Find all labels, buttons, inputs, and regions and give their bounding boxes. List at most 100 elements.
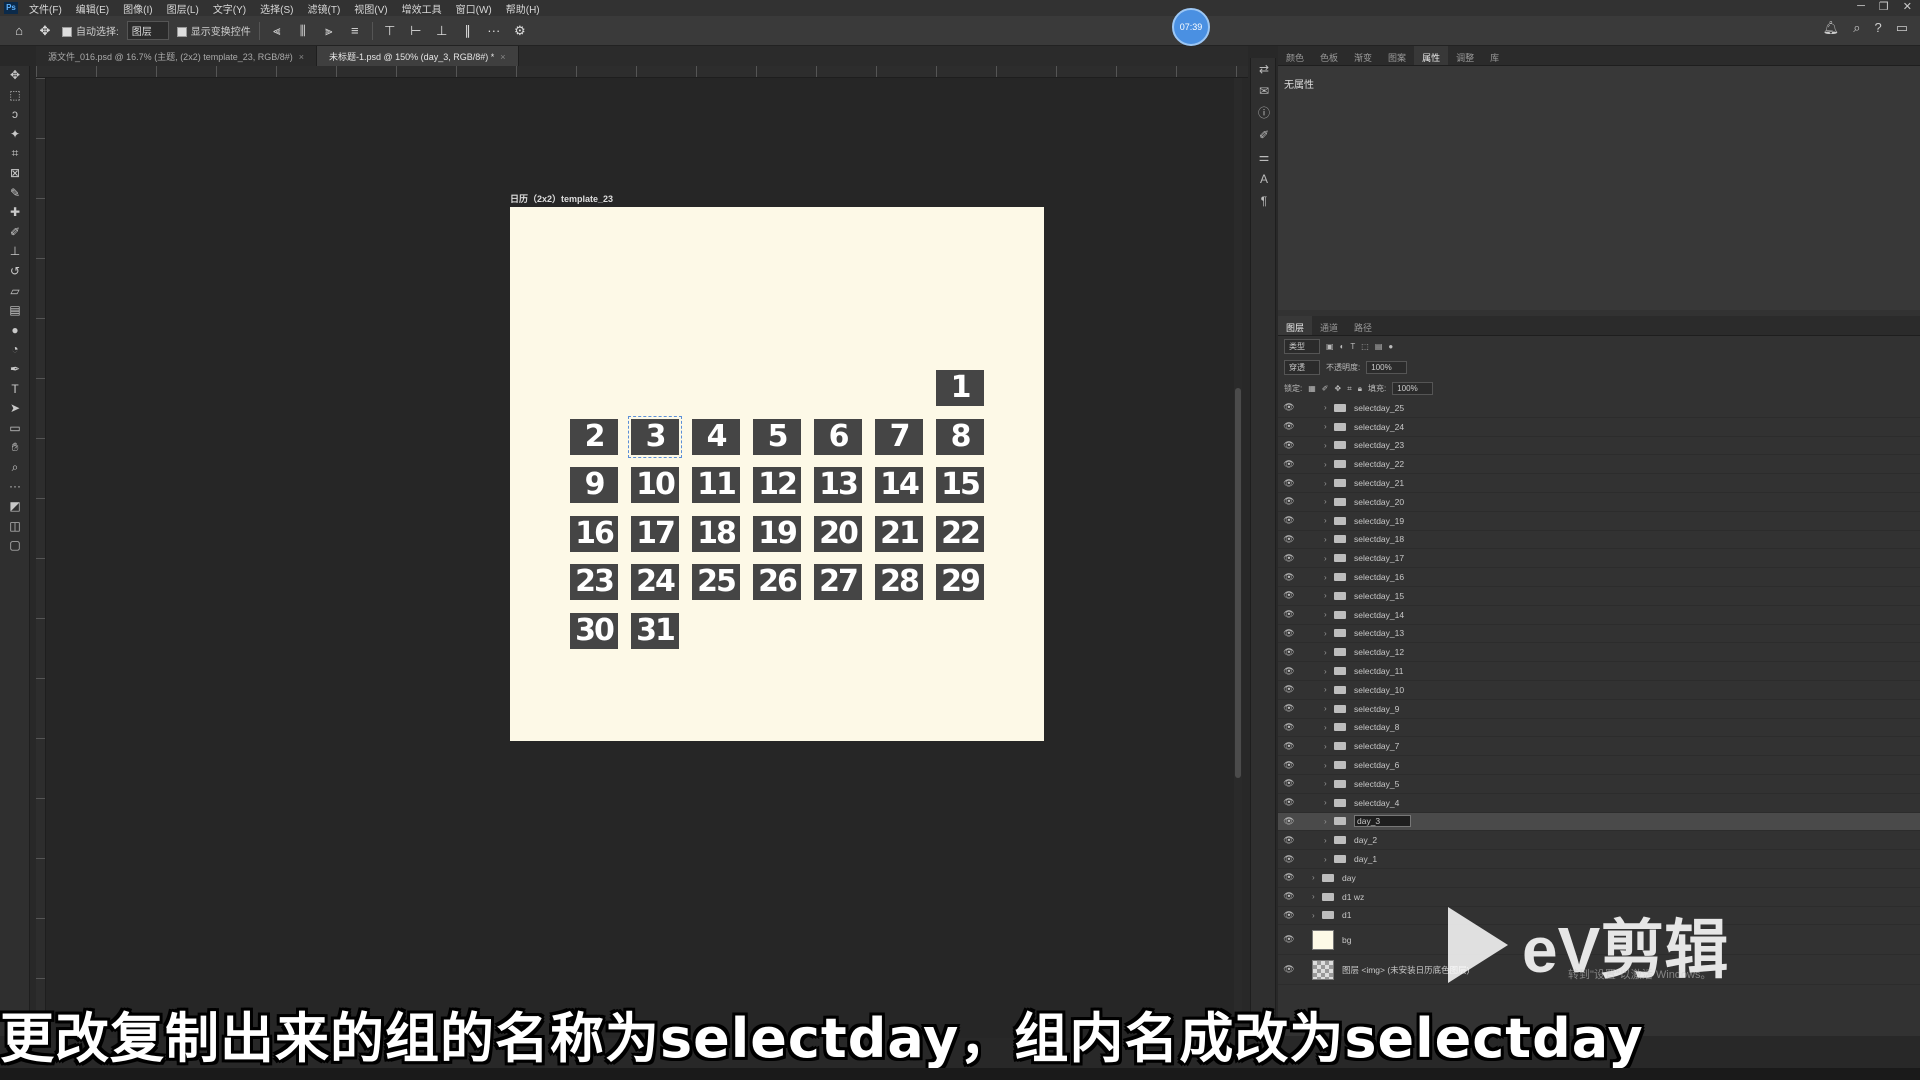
layer-row[interactable]: 👁︎ › selectday_17 [1278, 549, 1920, 569]
menu-filter[interactable]: 滤镜(T) [301, 1, 348, 16]
calendar-day-16[interactable]: 16 [570, 515, 618, 552]
blend-mode-dropdown[interactable]: 穿透 [1284, 360, 1320, 375]
magic-wand-icon[interactable]: ✦ [0, 125, 30, 145]
tab-libraries[interactable]: 库 [1482, 46, 1507, 65]
move-icon[interactable]: ✥ [0, 66, 30, 86]
menu-layer[interactable]: 图层(L) [160, 1, 206, 16]
expand-arrow-icon[interactable]: › [1324, 535, 1334, 544]
visibility-eye-icon[interactable]: 👁︎ [1278, 609, 1300, 620]
doc-tab-untitled[interactable]: 未标题-1.psd @ 150% (day_3, RGB/8#) * × [317, 46, 519, 66]
visibility-eye-icon[interactable]: 👁︎ [1278, 459, 1300, 470]
expand-arrow-icon[interactable]: › [1324, 742, 1334, 751]
visibility-eye-icon[interactable]: 👁︎ [1278, 964, 1300, 975]
quick-mask-icon[interactable]: ◫ [0, 517, 30, 537]
layer-row[interactable]: 👁︎ › selectday_8 [1278, 719, 1920, 738]
layer-row[interactable]: 👁︎ › selectday_16 [1278, 568, 1920, 587]
layer-row[interactable]: 👁︎ › selectday_6 [1278, 756, 1920, 775]
expand-arrow-icon[interactable]: › [1324, 855, 1334, 864]
calendar-day-19[interactable]: 19 [753, 515, 801, 552]
visibility-eye-icon[interactable]: 👁︎ [1278, 553, 1300, 564]
auto-select-checkbox[interactable]: 自动选择: [62, 23, 119, 38]
menu-view[interactable]: 视图(V) [347, 1, 394, 16]
layer-row[interactable]: 👁︎ › day_2 [1278, 831, 1920, 851]
visibility-eye-icon[interactable]: 👁︎ [1278, 722, 1300, 733]
auto-select-dropdown[interactable]: 图层 [126, 21, 169, 40]
layer-row[interactable]: 👁︎ › day_3 [1278, 812, 1920, 832]
calendar-day-5[interactable]: 5 [753, 418, 801, 455]
calendar-day-31[interactable]: 31 [631, 612, 679, 649]
expand-arrow-icon[interactable]: › [1312, 873, 1322, 882]
blur-icon[interactable]: ● [0, 321, 30, 341]
visibility-eye-icon[interactable]: 👁︎ [1278, 628, 1300, 639]
calendar-day-27[interactable]: 27 [814, 564, 862, 600]
layer-row[interactable]: 👁︎ › day_1 [1278, 850, 1920, 869]
layer-row[interactable]: 👁︎ › selectday_15 [1278, 587, 1920, 606]
expand-arrow-icon[interactable]: › [1324, 629, 1334, 638]
canvas-scrollbar[interactable] [1234, 78, 1242, 1038]
filter-type-icon[interactable]: T [1350, 342, 1355, 351]
expand-arrow-icon[interactable]: › [1324, 497, 1334, 506]
visibility-eye-icon[interactable]: 👁︎ [1278, 496, 1300, 507]
layer-row[interactable]: 👁︎ › selectday_5 [1278, 775, 1920, 794]
visibility-eye-icon[interactable]: 👁︎ [1278, 666, 1300, 677]
calendar-day-3[interactable]: 3 [628, 415, 682, 458]
visibility-eye-icon[interactable]: 👁︎ [1278, 572, 1300, 583]
menu-file[interactable]: 文件(F) [22, 1, 69, 16]
lock-artboard-icon[interactable]: ⌗ [1347, 384, 1352, 394]
tab-patterns[interactable]: 图案 [1380, 46, 1414, 65]
gradient-icon[interactable]: ▤ [0, 301, 30, 321]
lasso-icon[interactable]: ↄ [0, 105, 30, 125]
calendar-day-2[interactable]: 2 [570, 418, 618, 455]
healing-icon[interactable]: ✚ [0, 203, 30, 223]
calendar-day-10[interactable]: 10 [631, 467, 679, 503]
menu-image[interactable]: 图像(I) [116, 1, 159, 16]
expand-arrow-icon[interactable]: › [1324, 685, 1334, 694]
visibility-eye-icon[interactable]: 👁︎ [1278, 534, 1300, 545]
calendar-day-7[interactable]: 7 [875, 418, 923, 455]
minimize-icon[interactable]: ─ [1857, 0, 1865, 16]
opacity-input[interactable]: 100% [1366, 361, 1407, 374]
scrollbar-thumb[interactable] [1235, 388, 1241, 778]
visibility-eye-icon[interactable]: 👁︎ [1278, 647, 1300, 658]
calendar-day-14[interactable]: 14 [875, 467, 923, 503]
kind-filter-dropdown[interactable]: 类型 [1284, 339, 1320, 354]
calendar-day-13[interactable]: 13 [814, 467, 862, 503]
paragraph-icon[interactable]: ¶ [1251, 190, 1277, 212]
visibility-eye-icon[interactable]: 👁︎ [1278, 402, 1300, 413]
dodge-icon[interactable]: ◔ [0, 340, 30, 360]
calendar-day-22[interactable]: 22 [936, 515, 984, 552]
settings-gear-icon[interactable]: ⚙ [511, 22, 529, 40]
expand-arrow-icon[interactable]: › [1324, 460, 1334, 469]
screen-mode-icon[interactable]: ▢ [0, 536, 30, 556]
search-icon[interactable]: ⌕ [1853, 20, 1860, 36]
lock-image-icon[interactable]: ✐ [1322, 384, 1329, 393]
frame-icon[interactable]: ⊠ [0, 164, 30, 184]
calendar-day-26[interactable]: 26 [753, 564, 801, 600]
fill-input[interactable]: 100% [1392, 382, 1433, 395]
calendar-day-28[interactable]: 28 [875, 564, 923, 600]
visibility-eye-icon[interactable]: 👁︎ [1278, 478, 1300, 489]
doc-tab-source[interactable]: 源文件_016.psd @ 16.7% (主题, (2x2) template_… [36, 46, 318, 66]
calendar-day-21[interactable]: 21 [875, 515, 923, 552]
calendar-day-15[interactable]: 15 [936, 467, 984, 503]
expand-arrow-icon[interactable]: › [1324, 403, 1334, 412]
tab-swatches[interactable]: 色板 [1312, 46, 1346, 65]
character-icon[interactable]: A [1251, 168, 1277, 190]
visibility-eye-icon[interactable]: 👁︎ [1278, 741, 1300, 752]
layer-row[interactable]: 👁︎ › selectday_11 [1278, 662, 1920, 681]
history-icon[interactable]: ⇄ [1251, 58, 1277, 80]
expand-arrow-icon[interactable]: › [1324, 516, 1334, 525]
home-icon[interactable]: ⌂ [10, 22, 28, 40]
expand-arrow-icon[interactable]: › [1324, 648, 1334, 657]
calendar-day-4[interactable]: 4 [692, 418, 740, 455]
expand-arrow-icon[interactable]: › [1324, 667, 1334, 676]
expand-arrow-icon[interactable]: › [1324, 441, 1334, 450]
layer-row[interactable]: 👁︎ › day [1278, 869, 1920, 888]
pen-icon[interactable]: ✒ [0, 360, 30, 380]
menu-plugins[interactable]: 增效工具 [395, 1, 449, 16]
layer-row[interactable]: 👁︎ › selectday_13 [1278, 625, 1920, 644]
layer-row[interactable]: 👁︎ › selectday_12 [1278, 643, 1920, 663]
menu-edit[interactable]: 编辑(E) [69, 1, 116, 16]
expand-arrow-icon[interactable]: › [1324, 554, 1334, 563]
filter-shape-icon[interactable]: ⬚ [1361, 342, 1369, 351]
